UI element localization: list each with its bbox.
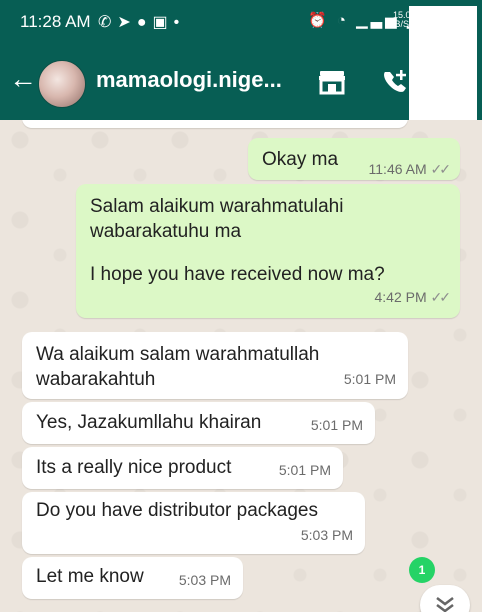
message-time: 11:46 AM <box>368 161 427 177</box>
message-bubble-outgoing[interactable]: Okay ma 11:46 AM ✓✓ <box>248 138 460 180</box>
message-text: Let me know <box>36 566 144 587</box>
message-text: Its a really nice product <box>36 457 232 478</box>
add-call-icon[interactable] <box>380 68 410 96</box>
message-bubble-incoming[interactable]: Its a really nice product 5:01 PM <box>22 447 343 489</box>
message-time: 5:03 PM <box>300 527 353 543</box>
whatsapp-icon: ✆ <box>98 14 118 31</box>
message-time: 5:01 PM <box>278 462 331 478</box>
read-ticks-icon: ✓✓ <box>430 289 452 305</box>
message-time: 5:01 PM <box>310 417 363 433</box>
back-arrow-icon[interactable]: ← <box>8 64 38 94</box>
notification-icons: ✆➤●▣• <box>98 12 185 32</box>
network-rate: 15.0 B/S <box>393 11 411 29</box>
message-text: Salam alaikum warahmatulahi wabarakatuhu… <box>90 196 344 242</box>
redacted-area <box>409 6 477 120</box>
avatar[interactable] <box>38 60 86 108</box>
message-time: 5:01 PM <box>343 371 396 387</box>
message-bubble-incoming[interactable]: Yes, Jazakumllahu khairan 5:01 PM <box>22 402 375 444</box>
dot-icon: • <box>173 14 186 31</box>
flipboard-icon: ▣ <box>152 14 174 31</box>
message-text: Yes, Jazakumllahu khairan <box>36 412 262 433</box>
message-bubble-outgoing[interactable]: Salam alaikum warahmatulahi wabarakatuhu… <box>76 184 460 318</box>
contact-name[interactable]: mamaologi.nige... <box>96 67 301 93</box>
read-ticks-icon: ✓✓ <box>430 161 452 177</box>
message-meta: 11:46 AM ✓✓ <box>368 157 452 182</box>
message-time: 5:03 PM <box>178 572 231 588</box>
status-time: 11:28 AM <box>20 12 91 31</box>
message-bubble-partial <box>22 120 408 128</box>
double-chevron-down-icon <box>436 597 454 612</box>
wifi-icon: ◔ <box>336 12 349 29</box>
message-text: Do you have distributor packages <box>36 500 318 521</box>
message-bubble-incoming[interactable]: Do you have distributor packages 5:03 PM <box>22 492 365 554</box>
chat-area[interactable]: Okay ma 11:46 AM ✓✓ Salam alaikum warahm… <box>0 120 482 612</box>
scroll-to-bottom-button[interactable] <box>420 585 470 612</box>
unread-count-badge: 1 <box>409 557 435 583</box>
message-text: Okay ma <box>262 149 339 170</box>
message-meta: 4:42 PM ✓✓ <box>374 285 452 310</box>
message-text: Wa alaikum salam warahmatullah wabarakah… <box>36 344 320 390</box>
chat-bubble-icon: ● <box>136 14 153 31</box>
network-rate-unit: B/S <box>394 19 410 29</box>
store-icon[interactable] <box>318 69 346 95</box>
telegram-icon: ➤ <box>117 14 137 31</box>
message-bubble-incoming[interactable]: Let me know 5:03 PM <box>22 557 243 599</box>
alarm-icon: ⏰ <box>308 12 330 29</box>
message-text-second-paragraph: I hope you have received now ma? <box>90 264 385 285</box>
message-bubble-incoming[interactable]: Wa alaikum salam warahmatullah wabarakah… <box>22 332 408 399</box>
message-time: 4:42 PM <box>374 289 427 305</box>
